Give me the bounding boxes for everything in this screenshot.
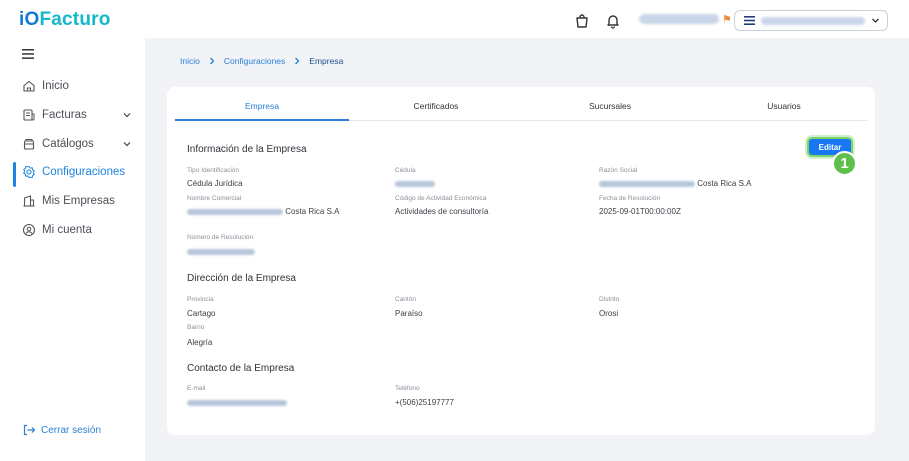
canton-value: Paraíso	[395, 309, 423, 318]
chevron-down-icon	[123, 142, 131, 147]
breadcrumb: Inicio Configuraciones Empresa	[180, 56, 343, 66]
sidebar-item-label: Mi cuenta	[42, 224, 92, 236]
active-indicator	[13, 162, 16, 187]
chevron-right-icon	[293, 57, 301, 65]
app-logo[interactable]: iOFacturo	[19, 9, 111, 31]
sidebar-item-inicio[interactable]: Inicio	[22, 76, 142, 96]
razon-value: Costa Rica S.A	[599, 179, 751, 188]
sidebar-item-label: Mis Empresas	[42, 195, 115, 207]
nombre-label: Nombre Comercial	[187, 195, 242, 202]
invoice-icon	[22, 108, 36, 122]
barrio-value: Alegría	[187, 338, 213, 347]
sidebar-item-label: Inicio	[42, 80, 69, 92]
cedula-value	[395, 179, 435, 188]
sidebar-item-configuraciones[interactable]: Configuraciones	[22, 162, 142, 182]
actividad-label: Código de Actividad Económica	[395, 195, 487, 202]
breadcrumb-empresa: Empresa	[309, 56, 344, 66]
resolucion-value	[187, 247, 255, 256]
chevron-down-icon	[872, 18, 879, 23]
company-card: Empresa Certificados Sucursales Usuarios…	[167, 87, 875, 435]
section-title-address: Dirección de la Empresa	[187, 273, 296, 284]
flag-icon: ⚑	[722, 14, 732, 26]
tab-certificados[interactable]: Certificados	[349, 101, 523, 111]
telefono-value: +(506)25197777	[395, 398, 454, 407]
sidebar-item-mi-cuenta[interactable]: Mi cuenta	[22, 220, 142, 240]
logout-label: Cerrar sesión	[41, 424, 102, 436]
razon-label: Razón Social	[599, 167, 638, 174]
sidebar-item-catalogos[interactable]: Catálogos	[22, 134, 142, 154]
tab-usuarios[interactable]: Usuarios	[697, 101, 871, 111]
user-name[interactable]	[639, 14, 719, 24]
barrio-label: Barrio	[187, 324, 205, 331]
telefono-label: Teléfono	[395, 385, 420, 392]
sidebar-item-label: Facturas	[42, 109, 87, 121]
main-content: Inicio Configuraciones Empresa Empresa C…	[145, 38, 909, 461]
tab-empresa[interactable]: Empresa	[175, 101, 349, 111]
sidebar-item-label: Configuraciones	[42, 166, 126, 178]
step-badge: 1	[832, 151, 857, 176]
section-title-info: Información de la Empresa	[187, 144, 307, 155]
email-label: E-mail	[187, 385, 206, 392]
sidebar-item-facturas[interactable]: Facturas	[22, 105, 142, 125]
cedula-label: Cédula	[395, 167, 416, 174]
fecha-label: Fecha de Resolución	[599, 195, 661, 202]
top-header: iOFacturo ⚑	[0, 0, 909, 38]
razon-suffix: Costa Rica S.A	[697, 179, 752, 188]
sidebar-item-mis-empresas[interactable]: Mis Empresas	[22, 191, 142, 211]
logout-button[interactable]: Cerrar sesión	[22, 423, 101, 437]
bell-icon[interactable]	[605, 13, 621, 29]
sidebar: Inicio Facturas Catálogos Configuracione…	[0, 38, 145, 461]
company-name	[761, 17, 865, 25]
user-icon	[22, 223, 36, 237]
fecha-value: 2025-09-01T00:00:00Z	[599, 207, 681, 216]
email-value	[187, 398, 287, 407]
tipo-value: Cédula Jurídica	[187, 179, 243, 188]
canton-label: Cantón	[395, 296, 416, 303]
nombre-suffix: Costa Rica S.A	[285, 207, 340, 216]
nombre-value: Costa Rica S.A	[187, 207, 339, 216]
provincia-label: Provincia	[187, 296, 214, 303]
distrito-value: Orosi	[599, 309, 619, 318]
tab-sucursales[interactable]: Sucursales	[523, 101, 697, 111]
menu-icon	[744, 16, 755, 25]
building-icon	[22, 194, 36, 208]
chevron-down-icon	[123, 113, 131, 118]
logout-icon	[22, 423, 36, 437]
catalog-icon	[22, 137, 36, 151]
section-title-contact: Contacto de la Empresa	[187, 363, 295, 374]
breadcrumb-configuraciones[interactable]: Configuraciones	[224, 56, 285, 66]
home-icon	[22, 79, 36, 93]
breadcrumb-inicio[interactable]: Inicio	[180, 56, 200, 66]
actividad-value: Actividades de consultoría	[395, 207, 489, 216]
shopping-bag-icon[interactable]	[574, 13, 590, 29]
tab-bar: Empresa Certificados Sucursales Usuarios	[175, 95, 867, 121]
distrito-label: Distrito	[599, 296, 620, 303]
company-select[interactable]	[734, 10, 888, 31]
tab-active-underline	[175, 119, 349, 121]
resolucion-label: Número de Resolución	[187, 234, 254, 241]
hamburger-icon[interactable]	[22, 49, 34, 59]
chevron-right-icon	[208, 57, 216, 65]
gear-icon	[22, 165, 36, 179]
provincia-value: Cartago	[187, 309, 216, 318]
sidebar-item-label: Catálogos	[42, 138, 94, 150]
tipo-label: Tipo Identificación	[187, 167, 240, 174]
